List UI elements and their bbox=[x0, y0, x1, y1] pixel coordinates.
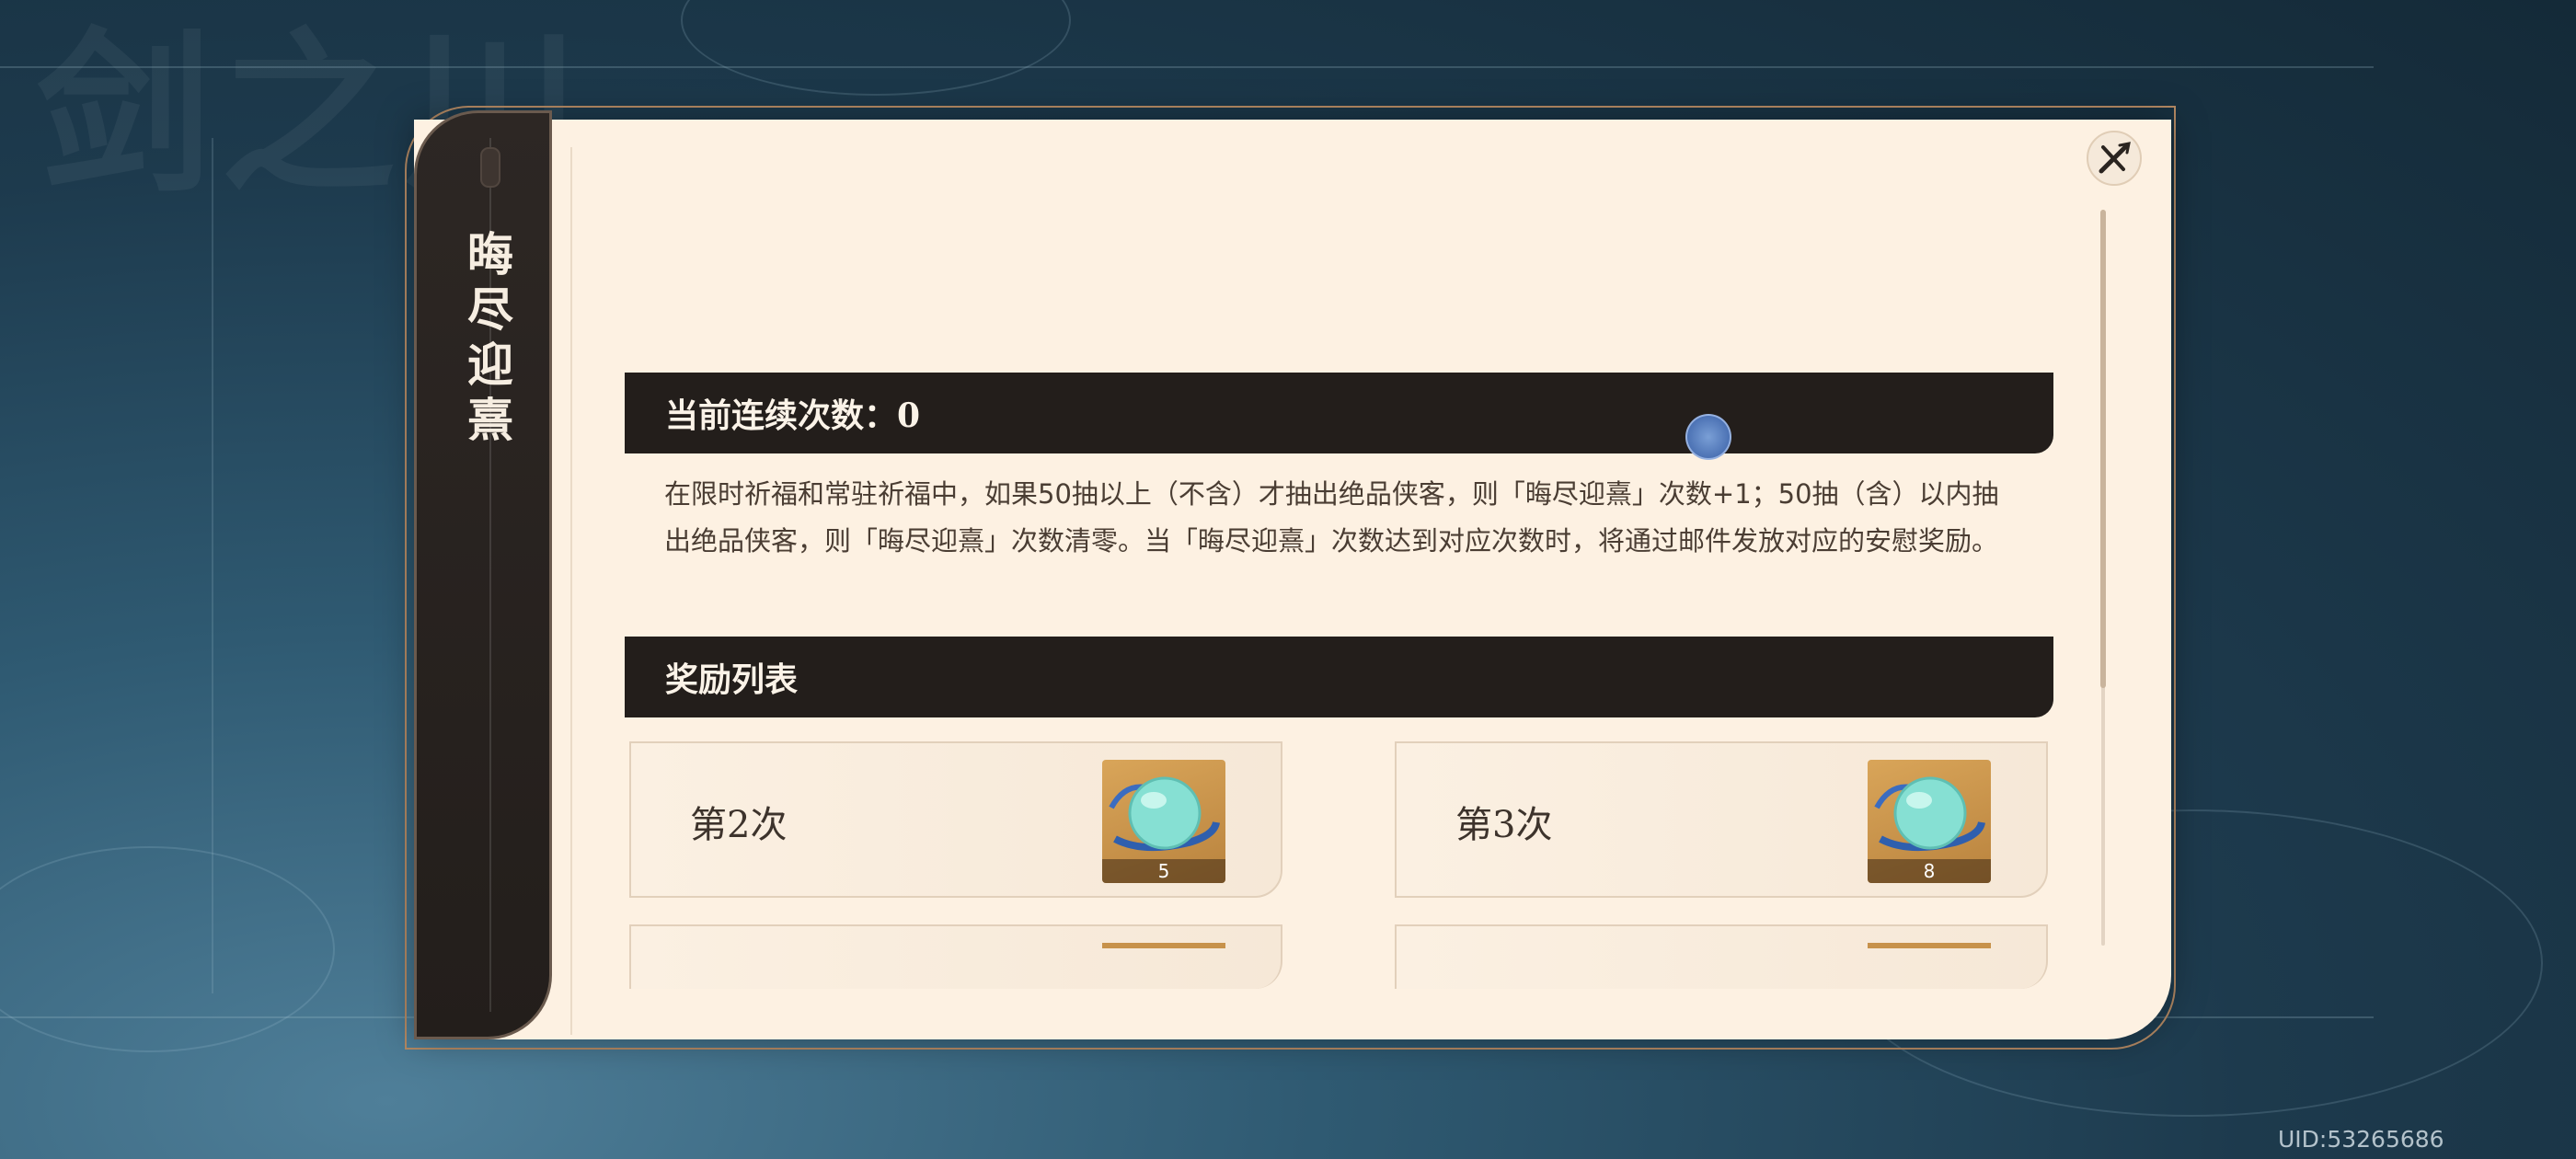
jade-orb-icon bbox=[1109, 776, 1220, 852]
jade-orb-icon bbox=[1874, 776, 1985, 852]
reward-item-slot[interactable]: 5 bbox=[1102, 760, 1225, 883]
info-panel bbox=[414, 120, 2171, 1039]
cursor-indicator bbox=[1685, 414, 1731, 460]
background-ring-left bbox=[0, 846, 335, 1052]
close-button[interactable] bbox=[2087, 131, 2142, 186]
reward-card-partial bbox=[1395, 924, 2048, 989]
reward-card: 第2次 5 bbox=[629, 741, 1282, 898]
reward-card-partial bbox=[629, 924, 1282, 989]
reward-count: 5 bbox=[1102, 859, 1225, 883]
side-tab-title: 晦尽迎熹 bbox=[460, 230, 514, 451]
background-ring-top bbox=[681, 0, 1071, 96]
reward-list-header: 奖励列表 bbox=[625, 637, 2053, 717]
reward-threshold-label: 第2次 bbox=[690, 804, 788, 846]
reward-card: 第3次 8 bbox=[1395, 741, 2048, 898]
rules-description: 在限时祈福和常驻祈福中，如果50抽以上（不含）才抽出绝品侠客，则「晦尽迎熹」次数… bbox=[664, 478, 1999, 557]
reward-item-slot[interactable]: 8 bbox=[1868, 760, 1991, 883]
reward-threshold-label: 第3次 bbox=[1455, 804, 1553, 846]
background-divider-top bbox=[0, 66, 2374, 68]
reward-item-slot-partial[interactable] bbox=[1868, 943, 1991, 948]
player-uid: UID:53265686 bbox=[2278, 1126, 2444, 1153]
streak-count-header: 当前连续次数：0 bbox=[625, 373, 2053, 453]
close-icon bbox=[2099, 142, 2131, 174]
panel-inner-divider bbox=[570, 147, 572, 1035]
side-tab-knob bbox=[480, 147, 500, 188]
background-divider-left bbox=[212, 138, 213, 993]
reward-item-slot-partial[interactable] bbox=[1102, 943, 1225, 948]
reward-count: 8 bbox=[1868, 859, 1991, 883]
scrollbar-thumb[interactable] bbox=[2100, 210, 2106, 688]
